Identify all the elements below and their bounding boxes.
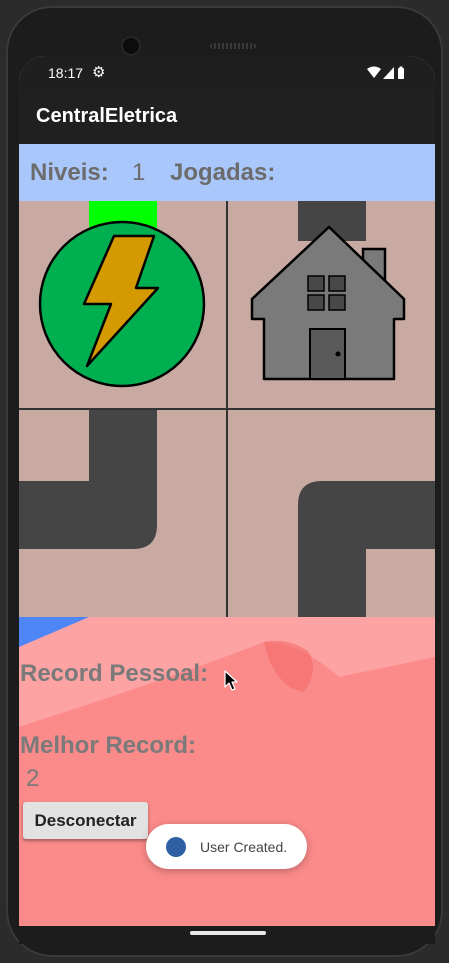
wire-corner-icon <box>298 481 435 617</box>
signal-icon <box>383 67 394 79</box>
board-tile-house[interactable] <box>228 201 435 408</box>
records-panel: Record Pessoal: Melhor Record: 2 Descone… <box>19 617 435 926</box>
board-tile-power-plant[interactable] <box>19 201 226 408</box>
status-bar: 18:17 ⚙ <box>19 56 435 90</box>
app-bar: CentralEletrica <box>19 90 435 144</box>
best-record-value: 2 <box>26 765 40 792</box>
toast-message: User Created. <box>146 824 307 869</box>
personal-record-label: Record Pessoal: <box>20 660 209 687</box>
power-plant-icon <box>38 220 206 388</box>
wifi-icon <box>367 66 381 78</box>
front-camera <box>123 38 139 54</box>
house-icon <box>250 225 406 381</box>
levels-value: 1 <box>132 159 146 186</box>
status-time: 18:17 <box>48 65 84 81</box>
gear-icon: ⚙ <box>92 64 106 81</box>
disconnect-button[interactable]: Desconectar <box>23 802 148 839</box>
wire-corner-icon <box>19 410 157 549</box>
battery-icon <box>398 66 404 79</box>
board-tile-wire-corner[interactable] <box>19 410 226 617</box>
app-screen: 18:17 ⚙ CentralEletrica Niveis: 1 Jogada… <box>19 56 435 926</box>
status-icons <box>367 66 405 85</box>
moves-label: Jogadas: <box>170 159 276 186</box>
game-board <box>19 201 435 617</box>
home-gesture-handle[interactable] <box>190 931 266 935</box>
board-tile-wire-corner[interactable] <box>228 410 435 617</box>
app-title: CentralEletrica <box>36 105 178 127</box>
toast-text: User Created. <box>200 839 288 855</box>
levels-label: Niveis: <box>30 159 109 186</box>
earpiece-speaker <box>210 43 256 49</box>
level-info-bar: Niveis: 1 Jogadas: <box>19 144 435 201</box>
android-app-icon <box>166 837 186 857</box>
best-record-label: Melhor Record: <box>20 732 197 759</box>
mouse-cursor-icon <box>224 670 238 691</box>
navigation-bar <box>19 926 435 944</box>
